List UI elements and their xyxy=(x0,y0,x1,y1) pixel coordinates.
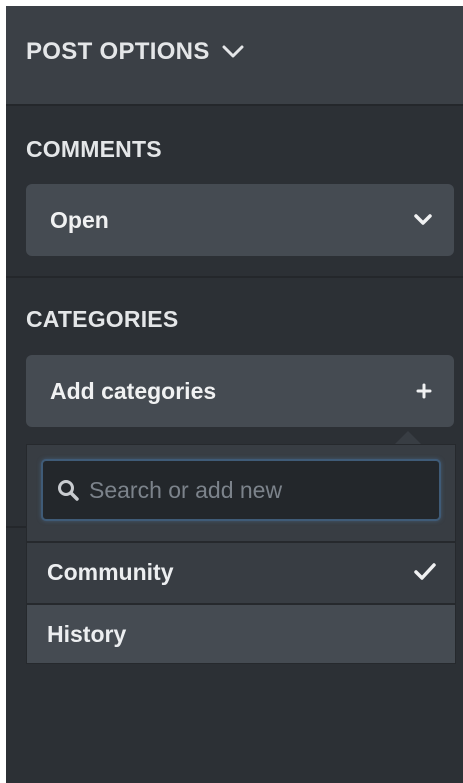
comments-label: COMMENTS xyxy=(26,136,162,162)
category-search-box[interactable] xyxy=(41,459,441,521)
chevron-down-icon xyxy=(222,38,244,66)
comments-selected-value: Open xyxy=(50,207,109,233)
search-icon xyxy=(57,461,79,519)
category-search-input[interactable] xyxy=(89,461,429,519)
category-option-label: Community xyxy=(47,559,174,585)
post-options-panel: POST OPTIONS COMMENTS Open CATEGORIES Ad… xyxy=(6,6,463,783)
post-options-title: POST OPTIONS xyxy=(26,38,210,65)
chevron-down-icon xyxy=(414,184,432,256)
section-divider xyxy=(6,526,28,528)
categories-dropdown: Community History xyxy=(26,444,456,664)
add-categories-button[interactable]: Add categories xyxy=(26,355,454,427)
post-options-toggle[interactable]: POST OPTIONS xyxy=(26,38,244,66)
plus-icon xyxy=(416,355,432,427)
dropdown-caret xyxy=(394,431,422,445)
section-divider xyxy=(6,276,463,278)
category-option-label: History xyxy=(47,621,127,647)
comments-select[interactable]: Open xyxy=(26,184,454,256)
category-option-community[interactable]: Community xyxy=(27,541,455,601)
category-option-history[interactable]: History xyxy=(27,603,455,663)
post-options-header[interactable]: POST OPTIONS xyxy=(6,6,463,106)
categories-label: CATEGORIES xyxy=(26,306,179,332)
add-categories-label: Add categories xyxy=(50,378,217,404)
checkmark-icon xyxy=(413,543,437,601)
